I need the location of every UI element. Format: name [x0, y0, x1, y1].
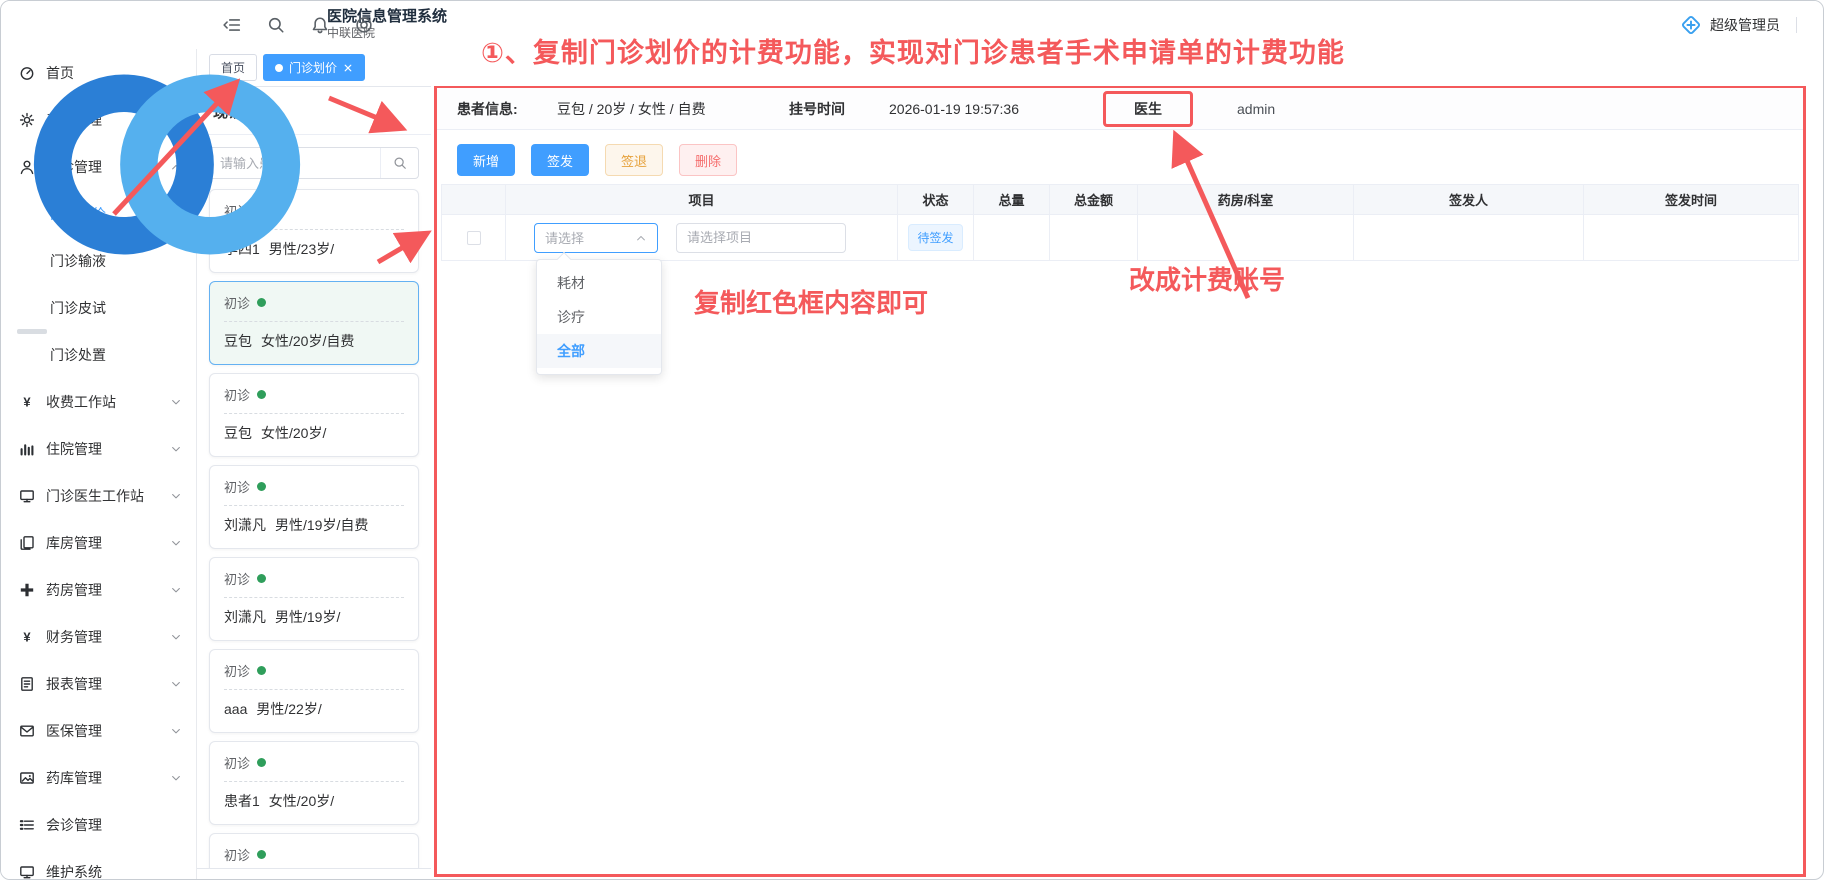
sidebar-item-maintenance-system[interactable]: 维护系统	[1, 848, 196, 879]
status-dot-icon	[257, 482, 266, 491]
monitor-icon	[19, 488, 35, 504]
svg-text:¥: ¥	[23, 629, 31, 644]
patient-info-value: 豆包 / 20岁 / 女性 / 自费	[557, 88, 706, 130]
svg-text:¥: ¥	[23, 394, 31, 409]
annotation-top-text: ①、复制门诊划价的计费功能，实现对门诊患者手术申请单的计费功能	[481, 31, 1345, 70]
sidebar-item-medical-insurance-mgmt[interactable]: 医保管理	[1, 707, 196, 754]
column-issue-time: 签发时间	[1584, 185, 1799, 215]
chevron-down-icon	[170, 584, 182, 596]
search-icon[interactable]	[267, 16, 285, 34]
status-badge: 待签发	[908, 224, 962, 251]
patient-info-bar: 患者信息: 豆包 / 20岁 / 女性 / 自费 挂号时间 2026-01-19…	[437, 88, 1803, 130]
billing-items-table: 项目 状态 总量 总金额 药房/科室 签发人 签发时间	[441, 184, 1799, 261]
sidebar-item-inpatient-mgmt[interactable]: 住院管理	[1, 425, 196, 472]
status-dot-icon	[257, 666, 266, 675]
sidebar-item-outpatient-treatment[interactable]: 门诊处置	[1, 331, 196, 378]
report-file-icon	[19, 676, 35, 692]
chevron-down-icon	[170, 678, 182, 690]
dropdown-option-all[interactable]: 全部	[537, 334, 661, 368]
chevron-down-icon	[170, 537, 182, 549]
column-total-amount: 总金额	[1050, 185, 1138, 215]
sidebar-item-drug-storage-mgmt[interactable]: 药库管理	[1, 754, 196, 801]
sidebar-item-warehouse-mgmt[interactable]: 库房管理	[1, 519, 196, 566]
column-issuer: 签发人	[1354, 185, 1584, 215]
chevron-down-icon	[170, 443, 182, 455]
chevron-down-icon	[170, 631, 182, 643]
documents-icon	[19, 535, 35, 551]
fullscreen-icon[interactable]	[355, 16, 373, 34]
sidebar-item-finance-mgmt[interactable]: ¥财务管理	[1, 613, 196, 660]
column-item: 项目	[506, 185, 898, 215]
patient-card[interactable]: 初诊 患者1女性/20岁/	[209, 741, 419, 825]
column-checkbox	[442, 185, 506, 215]
list-icon	[19, 817, 35, 833]
sidebar-item-outpatient-doctor-workstation[interactable]: 门诊医生工作站	[1, 472, 196, 519]
patient-info-label: 患者信息:	[457, 88, 518, 130]
table-header-row: 项目 状态 总量 总金额 药房/科室 签发人 签发时间	[442, 185, 1799, 215]
bar-chart-icon	[19, 441, 35, 457]
yen-icon: ¥	[19, 629, 35, 645]
chevron-down-icon	[170, 725, 182, 737]
status-dot-icon	[257, 758, 266, 767]
sidebar-item-charging-workstation[interactable]: ¥收费工作站	[1, 378, 196, 425]
medical-cross-icon	[19, 582, 35, 598]
app-logo: 医院信息管理系统 中联医院	[17, 8, 447, 321]
user-menu[interactable]: 超级管理员	[1680, 1, 1797, 49]
add-button[interactable]: 新增	[457, 144, 515, 176]
billing-main-panel: 患者信息: 豆包 / 20岁 / 女性 / 自费 挂号时间 2026-01-19…	[434, 85, 1806, 877]
table-row: 请选择 待签发	[442, 215, 1799, 261]
annotation-middle-text: 复制红色框内容即可	[694, 283, 928, 320]
toolbar: 新增 签发 签退 删除	[457, 144, 737, 176]
logo-caption	[17, 329, 47, 334]
status-dot-icon	[257, 390, 266, 399]
sidebar-item-pharmacy-mgmt[interactable]: 药房管理	[1, 566, 196, 613]
medical-badge-icon	[1680, 14, 1702, 36]
chevron-up-icon	[635, 232, 647, 244]
picture-icon	[19, 770, 35, 786]
sidebar-item-consultation-mgmt[interactable]: 会诊管理	[1, 801, 196, 848]
chevron-down-icon	[170, 490, 182, 502]
column-pharmacy-dept: 药房/科室	[1138, 185, 1354, 215]
category-dropdown-menu: 耗材 诊疗 全部	[536, 259, 662, 375]
hospital-information-system-window: 医院信息管理系统 中联医院 超级管理员 首页 系统管理 门诊管理 门诊划价 门诊…	[0, 0, 1824, 880]
registration-time-label: 挂号时间	[789, 88, 845, 130]
doctor-label: 医生	[1105, 88, 1191, 130]
column-total-qty: 总量	[974, 185, 1050, 215]
logo-icon	[17, 308, 317, 325]
dropdown-option-consumables[interactable]: 耗材	[537, 266, 661, 300]
patient-card[interactable]: 初诊 aaa男性/22岁/	[209, 649, 419, 733]
item-category-select[interactable]: 请选择	[534, 223, 658, 253]
collapse-sidebar-icon[interactable]	[223, 16, 241, 34]
issue-button[interactable]: 签发	[531, 144, 589, 176]
dropdown-option-diagnosis[interactable]: 诊疗	[537, 300, 661, 334]
notification-bell-icon[interactable]	[311, 16, 329, 34]
annotation-right-text: 改成计费账号	[1129, 260, 1285, 297]
chevron-down-icon	[170, 396, 182, 408]
patient-card[interactable]: 初诊 豆包女性/20岁/	[209, 373, 419, 457]
status-dot-icon	[257, 850, 266, 859]
column-status: 状态	[898, 185, 974, 215]
status-dot-icon	[257, 574, 266, 583]
chevron-down-icon	[170, 772, 182, 784]
user-role-label: 超级管理员	[1710, 15, 1780, 35]
patient-card[interactable]: 初诊	[209, 833, 419, 869]
delete-button[interactable]: 删除	[679, 144, 737, 176]
patient-card[interactable]: 初诊 刘潇凡男性/19岁/自费	[209, 465, 419, 549]
doctor-value: admin	[1237, 88, 1275, 130]
monitor-icon	[19, 864, 35, 880]
patient-card[interactable]: 初诊 刘潇凡男性/19岁/	[209, 557, 419, 641]
row-checkbox[interactable]	[467, 231, 481, 245]
yen-icon: ¥	[19, 394, 35, 410]
envelope-icon	[19, 723, 35, 739]
sidebar-item-report-mgmt[interactable]: 报表管理	[1, 660, 196, 707]
header-divider	[1796, 17, 1797, 33]
item-search-input[interactable]	[676, 223, 846, 253]
sign-out-button[interactable]: 签退	[605, 144, 663, 176]
registration-time-value: 2026-01-19 19:57:36	[889, 88, 1019, 130]
